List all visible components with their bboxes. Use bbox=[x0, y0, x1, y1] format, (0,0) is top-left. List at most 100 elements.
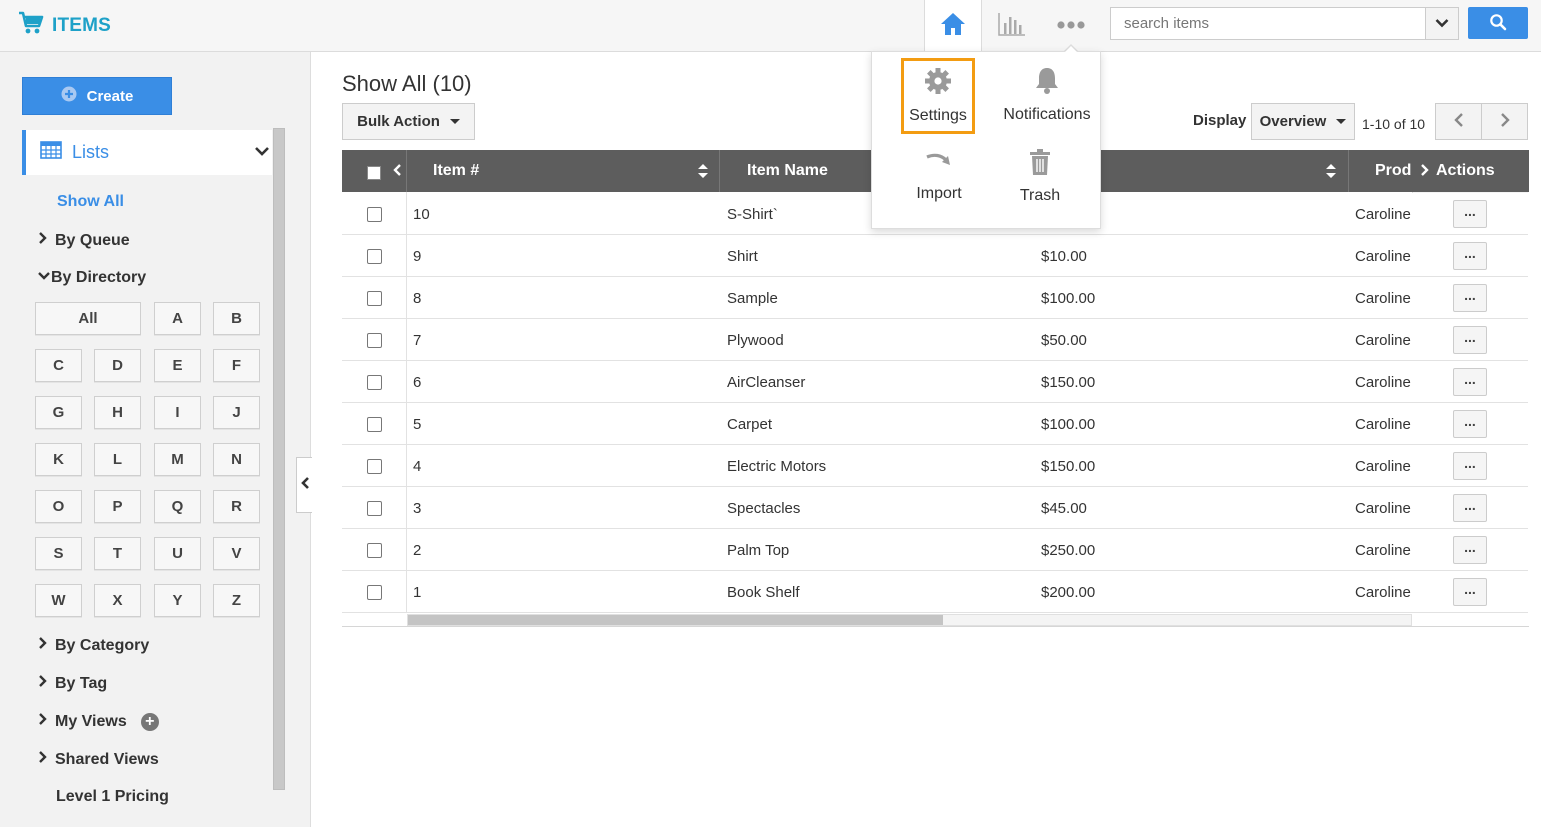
letter-filter-v[interactable]: V bbox=[213, 537, 260, 570]
table-row[interactable]: 3 Spectacles $45.00 Caroline... bbox=[342, 487, 1528, 529]
letter-filter-k[interactable]: K bbox=[35, 443, 82, 476]
row-checkbox[interactable] bbox=[367, 333, 382, 348]
letter-filter-e[interactable]: E bbox=[154, 349, 201, 382]
letter-filter-i[interactable]: I bbox=[154, 396, 201, 429]
table-row[interactable]: 7 Plywood $50.00 Caroline... bbox=[342, 319, 1528, 361]
letter-filter-n[interactable]: N bbox=[213, 443, 260, 476]
column-header-prod[interactable]: Prod bbox=[1375, 150, 1411, 192]
row-checkbox[interactable] bbox=[367, 543, 382, 558]
letter-filter-d[interactable]: D bbox=[94, 349, 141, 382]
row-checkbox[interactable] bbox=[367, 249, 382, 264]
table-horizontal-scrollbar[interactable] bbox=[407, 614, 1412, 626]
letter-filter-l[interactable]: L bbox=[94, 443, 141, 476]
previous-page-button[interactable] bbox=[1435, 103, 1482, 140]
letter-filter-m[interactable]: M bbox=[154, 443, 201, 476]
table-row[interactable]: 8 Sample $100.00 Caroline... bbox=[342, 277, 1528, 319]
letter-filter-r[interactable]: R bbox=[213, 490, 260, 523]
row-actions-button[interactable]: ... bbox=[1453, 284, 1487, 312]
row-actions-button[interactable]: ... bbox=[1453, 242, 1487, 270]
row-checkbox[interactable] bbox=[367, 417, 382, 432]
sidebar-item-show-all[interactable]: Show All bbox=[57, 193, 124, 211]
letter-filter-q[interactable]: Q bbox=[154, 490, 201, 523]
letter-filter-j[interactable]: J bbox=[213, 396, 260, 429]
sidebar-item-my-views[interactable]: My Views + bbox=[37, 712, 159, 731]
lists-section-header[interactable]: Lists bbox=[22, 130, 272, 175]
create-button[interactable]: Create bbox=[22, 77, 172, 115]
search-button[interactable] bbox=[1468, 7, 1528, 39]
search-input[interactable] bbox=[1110, 7, 1426, 40]
letter-filter-c[interactable]: C bbox=[35, 349, 82, 382]
row-actions-button[interactable]: ... bbox=[1453, 326, 1487, 354]
nav-home-button[interactable] bbox=[924, 0, 982, 52]
sidebar-item-level-pricing[interactable]: Level 1 Pricing bbox=[56, 788, 169, 806]
letter-filter-y[interactable]: Y bbox=[154, 584, 201, 617]
letter-filter-s[interactable]: S bbox=[35, 537, 82, 570]
letter-filter-u[interactable]: U bbox=[154, 537, 201, 570]
next-page-button[interactable] bbox=[1481, 103, 1528, 140]
cell-item-name[interactable]: AirCleanser bbox=[727, 361, 805, 403]
cell-item-name[interactable]: Plywood bbox=[727, 319, 784, 361]
row-checkbox[interactable] bbox=[367, 501, 382, 516]
sidebar-item-by-tag[interactable]: By Tag bbox=[37, 674, 107, 693]
row-actions-button[interactable]: ... bbox=[1453, 368, 1487, 396]
row-actions-button[interactable]: ... bbox=[1453, 200, 1487, 228]
sort-icon[interactable] bbox=[1325, 163, 1337, 184]
display-select[interactable]: Overview bbox=[1251, 103, 1355, 140]
row-checkbox[interactable] bbox=[367, 585, 382, 600]
select-all-checkbox[interactable] bbox=[367, 166, 381, 180]
table-row[interactable]: 2 Palm Top $250.00 Caroline... bbox=[342, 529, 1528, 571]
cell-item-name[interactable]: Book Shelf bbox=[727, 571, 800, 613]
letter-filter-b[interactable]: B bbox=[213, 302, 260, 335]
sidebar-item-by-category[interactable]: By Category bbox=[37, 636, 149, 655]
row-checkbox[interactable] bbox=[367, 375, 382, 390]
menu-item-import[interactable]: Import bbox=[902, 148, 976, 203]
cell-item-name[interactable]: Palm Top bbox=[727, 529, 789, 571]
letter-filter-t[interactable]: T bbox=[94, 537, 141, 570]
row-checkbox[interactable] bbox=[367, 291, 382, 306]
row-actions-button[interactable]: ... bbox=[1453, 578, 1487, 606]
row-checkbox[interactable] bbox=[367, 459, 382, 474]
sidebar-item-by-queue[interactable]: By Queue bbox=[37, 231, 130, 250]
chevron-right-icon[interactable] bbox=[1420, 163, 1430, 182]
table-row[interactable]: 4 Electric Motors $150.00 Caroline... bbox=[342, 445, 1528, 487]
column-header-item-name[interactable]: Item Name bbox=[747, 150, 828, 192]
cell-item-name[interactable]: Sample bbox=[727, 277, 778, 319]
cell-item-name[interactable]: Shirt bbox=[727, 235, 758, 277]
letter-filter-x[interactable]: X bbox=[94, 584, 141, 617]
bulk-action-button[interactable]: Bulk Action bbox=[342, 103, 475, 140]
menu-item-notifications[interactable]: Notifications bbox=[1002, 65, 1092, 124]
scrollbar-thumb[interactable] bbox=[408, 615, 943, 625]
table-row[interactable]: 5 Carpet $100.00 Caroline... bbox=[342, 403, 1528, 445]
letter-filter-f[interactable]: F bbox=[213, 349, 260, 382]
sidebar-scrollbar[interactable] bbox=[273, 128, 285, 790]
menu-item-settings[interactable]: Settings bbox=[901, 58, 975, 134]
row-actions-button[interactable]: ... bbox=[1453, 452, 1487, 480]
sidebar-item-by-directory[interactable]: By Directory bbox=[37, 269, 146, 287]
menu-item-trash[interactable]: Trash bbox=[1008, 148, 1072, 205]
letter-filter-o[interactable]: O bbox=[35, 490, 82, 523]
chevron-left-icon[interactable] bbox=[392, 163, 402, 182]
letter-filter-a[interactable]: A bbox=[154, 302, 201, 335]
letter-filter-h[interactable]: H bbox=[94, 396, 141, 429]
cell-item-name[interactable]: Electric Motors bbox=[727, 445, 826, 487]
letter-filter-all[interactable]: All bbox=[35, 302, 141, 335]
cell-item-name[interactable]: S-Shirt` bbox=[727, 193, 778, 235]
letter-filter-g[interactable]: G bbox=[35, 396, 82, 429]
add-view-icon[interactable]: + bbox=[140, 712, 159, 731]
letter-filter-p[interactable]: P bbox=[94, 490, 141, 523]
column-header-item-number[interactable]: Item # bbox=[433, 150, 479, 192]
sidebar-collapse-button[interactable] bbox=[296, 457, 312, 513]
table-row[interactable]: 9 Shirt $10.00 Caroline... bbox=[342, 235, 1528, 277]
app-brand[interactable]: ITEMS bbox=[18, 10, 111, 41]
search-filter-dropdown[interactable] bbox=[1425, 7, 1459, 40]
row-checkbox[interactable] bbox=[367, 207, 382, 222]
nav-reports-button[interactable] bbox=[983, 0, 1041, 52]
table-row[interactable]: 6 AirCleanser $150.00 Caroline... bbox=[342, 361, 1528, 403]
table-row[interactable]: 1 Book Shelf $200.00 Caroline... bbox=[342, 571, 1528, 613]
row-actions-button[interactable]: ... bbox=[1453, 410, 1487, 438]
sort-icon[interactable] bbox=[697, 163, 709, 184]
row-actions-button[interactable]: ... bbox=[1453, 536, 1487, 564]
cell-item-name[interactable]: Spectacles bbox=[727, 487, 800, 529]
row-actions-button[interactable]: ... bbox=[1453, 494, 1487, 522]
cell-item-name[interactable]: Carpet bbox=[727, 403, 772, 445]
